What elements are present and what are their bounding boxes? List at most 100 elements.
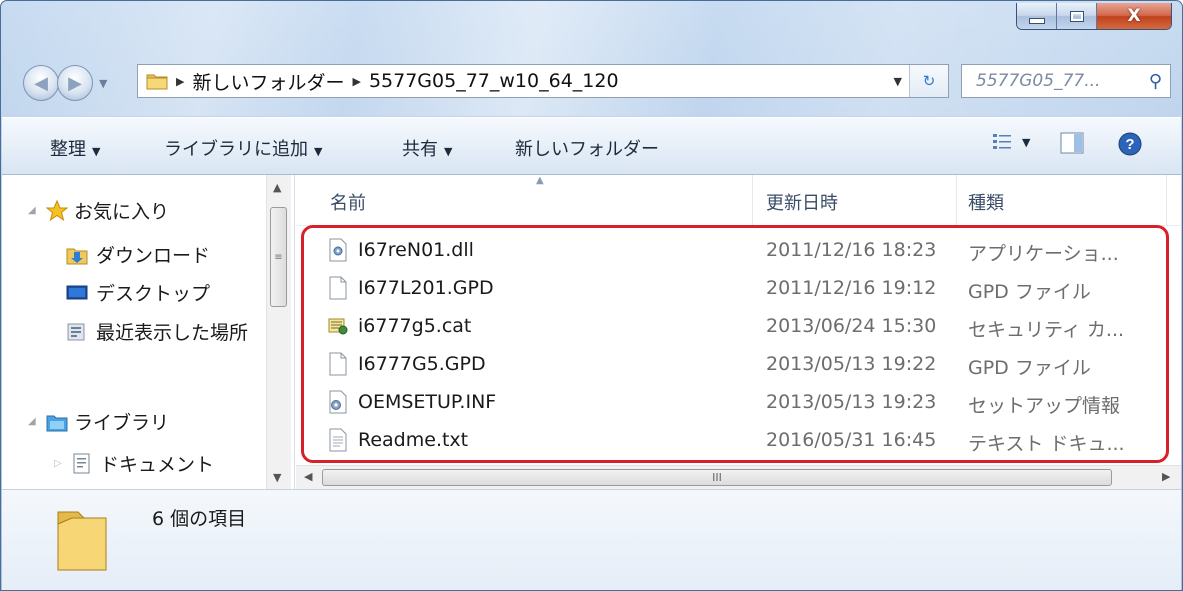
back-arrow-icon: ◀ xyxy=(34,72,48,94)
grip-icon: III xyxy=(712,471,722,484)
library-icon xyxy=(46,415,68,431)
change-view-button[interactable]: ▼ xyxy=(992,132,1030,152)
breadcrumb-arrow-icon[interactable]: ▶ xyxy=(176,75,184,88)
desktop-icon xyxy=(66,285,88,299)
breadcrumb-new-folder[interactable]: 新しいフォルダー xyxy=(192,68,344,95)
share-button[interactable]: 共有 ▼ xyxy=(402,135,452,161)
column-divider[interactable] xyxy=(956,175,957,225)
new-folder-button[interactable]: 新しいフォルダー xyxy=(515,135,659,161)
address-history-dropdown-icon[interactable]: ▼ xyxy=(894,65,902,97)
title-bar-glass xyxy=(1,1,1182,116)
file-name-cell: I67reN01.dll xyxy=(328,233,474,267)
view-list-icon xyxy=(993,134,1011,149)
scroll-right-icon[interactable]: ▶ xyxy=(1162,470,1170,483)
file-date: 2013/06/24 15:30 xyxy=(766,315,937,337)
preview-pane-icon xyxy=(1060,132,1084,154)
sidebar-libraries[interactable]: ◢ ライブラリ xyxy=(28,408,169,435)
breadcrumb-arrow-icon[interactable]: ▶ xyxy=(352,75,360,88)
column-header-name[interactable]: 名前 xyxy=(330,189,366,215)
documents-icon xyxy=(73,453,90,473)
file-date: 2011/12/16 18:23 xyxy=(766,239,937,261)
file-type: GPD ファイル xyxy=(968,281,1091,303)
table-row[interactable]: OEMSETUP.INF 2013/05/13 19:23 セットアップ情報 xyxy=(328,385,1168,419)
navigation-vertical-scrollbar[interactable]: ▲ ≡ ▼ xyxy=(266,175,291,489)
recent-places-icon xyxy=(67,323,85,340)
sidebar-item-downloads[interactable]: ダウンロード xyxy=(66,241,210,268)
explorer-window: X ◀ ▶ ▼ ▶ 新しいフォルダー ▶ 5577G05_77_w10_64_1… xyxy=(0,0,1183,591)
expand-arrow-icon[interactable]: ◢ xyxy=(28,205,42,216)
refresh-button[interactable]: ↻ xyxy=(909,65,948,97)
table-row[interactable]: I6777G5.GPD 2013/05/13 19:22 GPD ファイル xyxy=(328,347,1168,381)
blank-file-icon xyxy=(329,276,347,300)
refresh-icon: ↻ xyxy=(922,72,936,90)
back-button[interactable]: ◀ xyxy=(23,65,59,101)
maximize-button[interactable] xyxy=(1057,3,1097,29)
file-name-cell: Readme.txt xyxy=(328,423,468,457)
download-folder-icon xyxy=(66,248,88,264)
close-button[interactable]: X xyxy=(1097,3,1171,29)
file-name-cell: I677L201.GPD xyxy=(328,271,494,305)
file-date: 2013/05/13 19:23 xyxy=(766,391,937,413)
svg-text:?: ? xyxy=(1125,136,1134,153)
file-name-cell: i6777g5.cat xyxy=(328,309,471,343)
navigation-pane: ◢ お気に入り ダウンロード デスクトップ 最近表示した場所 ◢ ライブラリ ▷… xyxy=(2,175,295,489)
sort-ascending-icon: ▲ xyxy=(536,175,544,186)
table-row[interactable]: Readme.txt 2016/05/31 16:45 テキスト ドキュ... xyxy=(328,423,1168,457)
scroll-left-icon[interactable]: ◀ xyxy=(304,470,312,483)
add-to-library-button[interactable]: ライブラリに追加 ▼ xyxy=(164,135,322,161)
column-divider[interactable] xyxy=(1166,175,1167,225)
file-name-cell: I6777G5.GPD xyxy=(328,347,486,381)
scroll-up-icon[interactable]: ▲ xyxy=(273,181,281,194)
expand-arrow-icon[interactable]: ▷ xyxy=(54,458,68,469)
file-type: セットアップ情報 xyxy=(968,395,1121,417)
column-divider[interactable] xyxy=(752,175,753,225)
file-name: I677L201.GPD xyxy=(358,277,494,299)
security-catalog-icon xyxy=(328,318,348,335)
chevron-down-icon: ▼ xyxy=(92,145,101,158)
table-row[interactable]: i6777g5.cat 2013/06/24 15:30 セキュリティ カ... xyxy=(328,309,1168,343)
horizontal-scrollbar[interactable]: ◀ III ▶ xyxy=(296,465,1181,490)
address-bar[interactable]: ▶ 新しいフォルダー ▶ 5577G05_77_w10_64_120 ▼ ↻ xyxy=(137,64,949,98)
item-count: 6 個の項目 xyxy=(152,508,247,530)
scroll-down-icon[interactable]: ▼ xyxy=(273,471,281,484)
file-name: Readme.txt xyxy=(358,429,469,451)
scroll-thumb[interactable]: III xyxy=(322,469,1112,486)
recent-pages-dropdown-icon[interactable]: ▼ xyxy=(99,77,107,90)
folder-icon xyxy=(146,72,168,90)
content-area: ◢ お気に入り ダウンロード デスクトップ 最近表示した場所 ◢ ライブラリ ▷… xyxy=(2,175,1181,490)
sidebar-item-recent-places[interactable]: 最近表示した場所 xyxy=(66,318,248,345)
file-list: ▲ 名前 更新日時 種類 I67reN01.dll 2011/12/16 18:… xyxy=(296,175,1181,490)
minimize-button[interactable] xyxy=(1017,3,1057,29)
sidebar-favorites[interactable]: ◢ お気に入り xyxy=(28,197,169,224)
forward-button[interactable]: ▶ xyxy=(57,65,93,101)
column-header-type[interactable]: 種類 xyxy=(968,189,1004,215)
folder-icon xyxy=(57,511,107,571)
close-icon: X xyxy=(1127,6,1141,26)
scroll-thumb[interactable]: ≡ xyxy=(270,207,287,307)
file-name: I6777G5.GPD xyxy=(358,353,486,375)
table-row[interactable]: I677L201.GPD 2011/12/16 19:12 GPD ファイル xyxy=(328,271,1168,305)
search-input[interactable]: 5577G05_77... ⚲ xyxy=(961,64,1171,98)
help-button[interactable]: ? xyxy=(1118,132,1142,156)
expand-arrow-icon[interactable]: ◢ xyxy=(28,416,42,427)
file-name: I67reN01.dll xyxy=(358,239,474,261)
preview-pane-button[interactable] xyxy=(1060,132,1084,154)
file-type: GPD ファイル xyxy=(968,357,1091,379)
maximize-icon xyxy=(1069,10,1084,22)
chevron-down-icon: ▼ xyxy=(444,145,453,158)
chevron-down-icon: ▼ xyxy=(314,145,323,158)
file-name-cell: OEMSETUP.INF xyxy=(328,385,496,419)
sidebar-item-desktop[interactable]: デスクトップ xyxy=(66,279,210,306)
star-icon xyxy=(46,199,68,221)
search-icon[interactable]: ⚲ xyxy=(1149,71,1162,92)
table-row[interactable]: I67reN01.dll 2011/12/16 18:23 アプリケーショ... xyxy=(328,233,1168,267)
column-header-modified[interactable]: 更新日時 xyxy=(766,189,838,215)
sidebar-item-documents[interactable]: ▷ ドキュメント xyxy=(54,450,214,477)
organize-button[interactable]: 整理 ▼ xyxy=(50,135,100,161)
caption-buttons: X xyxy=(1016,3,1172,30)
file-type: セキュリティ カ... xyxy=(968,319,1125,341)
grip-icon: ≡ xyxy=(274,251,283,263)
file-date: 2011/12/16 19:12 xyxy=(766,277,937,299)
file-name: OEMSETUP.INF xyxy=(358,391,497,413)
breadcrumb-current-folder[interactable]: 5577G05_77_w10_64_120 xyxy=(369,70,619,92)
